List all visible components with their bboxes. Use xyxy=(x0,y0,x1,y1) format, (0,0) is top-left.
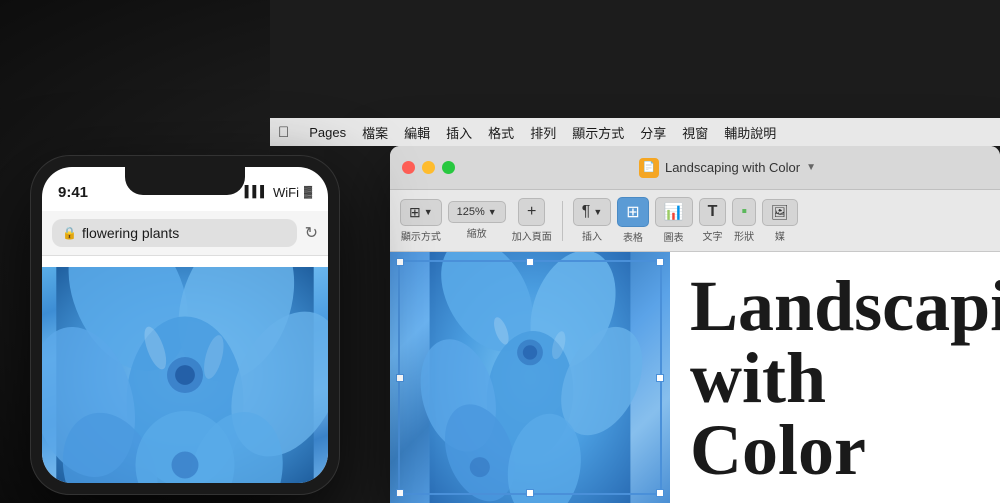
toolbar-view-group: ⊞ ▼ 顯示方式 xyxy=(400,199,442,243)
safari-bar[interactable]: 🔒 flowering plants ↻ xyxy=(42,211,328,256)
toolbar-shape-group: ▪ 形狀 xyxy=(732,198,756,243)
apple-menu[interactable]:  xyxy=(278,124,289,141)
toolbar-text-group: T 文字 xyxy=(699,198,727,243)
text-label: 文字 xyxy=(702,228,722,243)
reload-button[interactable]: ↻ xyxy=(305,223,318,243)
toolbar: ⊞ ▼ 顯示方式 125% ▼ 縮放 + 加入頁面 ¶ ▼ 插入 xyxy=(390,190,1000,252)
toolbar-separator xyxy=(562,201,563,241)
menubar-window[interactable]: 視窗 xyxy=(682,123,708,142)
menubar-help[interactable]: 輔助說明 xyxy=(724,123,776,142)
paragraph-icon: ¶ xyxy=(582,203,591,221)
zoom-button[interactable]: 125% ▼ xyxy=(448,201,506,223)
text-icon: T xyxy=(708,203,718,221)
wifi-icon: WiFi xyxy=(273,185,299,200)
menubar-file[interactable]: 檔案 xyxy=(362,123,388,142)
zoom-chevron: ▼ xyxy=(488,207,497,217)
title-bar-center: 📄 Landscaping with Color ▼ xyxy=(467,158,988,178)
media-icon: 🖼 xyxy=(771,204,789,221)
iphone-photo xyxy=(42,267,328,483)
status-time: 9:41 xyxy=(58,184,88,201)
toolbar-zoom-group: 125% ▼ 縮放 xyxy=(448,201,506,240)
menubar:  Pages 檔案 編輯 插入 格式 排列 顯示方式 分享 視窗 輔助說明 xyxy=(270,118,1000,146)
safari-url-bar[interactable]: 🔒 flowering plants xyxy=(52,219,297,247)
view-label: 顯示方式 xyxy=(401,228,441,243)
iphone-body: 9:41 ▌▌▌ WiFi ▓ 🔒 flowering plants ↻ xyxy=(30,155,340,495)
document-page: Landscapi with Color xyxy=(390,252,1000,503)
menubar-format[interactable]: 格式 xyxy=(488,123,514,142)
view-icon: ⊞ xyxy=(409,204,421,221)
toolbar-chart-group: 📊 圖表 xyxy=(655,197,693,244)
iphone-screen: 9:41 ▌▌▌ WiFi ▓ 🔒 flowering plants ↻ xyxy=(42,167,328,483)
status-icons: ▌▌▌ WiFi ▓ xyxy=(245,185,312,200)
document-title: Landscapi with Color xyxy=(690,270,1000,486)
add-page-label: 加入頁面 xyxy=(512,228,552,243)
document-title-line1: Landscapi xyxy=(690,270,1000,342)
traffic-lights xyxy=(402,161,455,174)
pages-app-icon: 📄 xyxy=(639,158,659,178)
maximize-button[interactable] xyxy=(442,161,455,174)
table-icon: ⊞ xyxy=(626,202,639,222)
view-button[interactable]: ⊞ ▼ xyxy=(400,199,442,226)
insert-button[interactable]: ¶ ▼ xyxy=(573,198,612,226)
media-button[interactable]: 🖼 xyxy=(762,199,798,226)
toolbar-media-group: 🖼 媒 xyxy=(762,199,798,243)
menubar-edit[interactable]: 編輯 xyxy=(404,123,430,142)
chart-button[interactable]: 📊 xyxy=(655,197,693,227)
text-button[interactable]: T xyxy=(699,198,727,226)
document-title-line2: with Color xyxy=(690,342,1000,486)
document-area: Landscapi with Color xyxy=(390,252,1000,503)
table-button[interactable]: ⊞ xyxy=(617,197,648,227)
table-label: 表格 xyxy=(623,229,643,244)
flower-image-pages[interactable] xyxy=(390,252,670,503)
zoom-label: 縮放 xyxy=(467,225,487,240)
battery-icon: ▓ xyxy=(304,186,312,198)
media-label: 媒 xyxy=(775,228,785,243)
toolbar-insert-group: ¶ ▼ 插入 xyxy=(573,198,612,243)
window-title: Landscaping with Color xyxy=(665,160,800,175)
menubar-arrange[interactable]: 排列 xyxy=(530,123,556,142)
iphone-notch xyxy=(125,167,245,195)
insert-chevron: ▼ xyxy=(593,207,602,217)
url-text: flowering plants xyxy=(82,225,179,241)
shape-label: 形狀 xyxy=(734,228,754,243)
title-chevron-icon: ▼ xyxy=(806,162,816,173)
menubar-insert[interactable]: 插入 xyxy=(446,123,472,142)
iphone-device: 9:41 ▌▌▌ WiFi ▓ 🔒 flowering plants ↻ xyxy=(30,155,340,495)
menubar-view[interactable]: 顯示方式 xyxy=(572,123,624,142)
signal-icon: ▌▌▌ xyxy=(245,186,268,198)
chart-icon: 📊 xyxy=(664,202,684,222)
flower-svg-pages xyxy=(390,252,670,503)
add-page-button[interactable]: + xyxy=(518,198,545,226)
document-text-area: Landscapi with Color xyxy=(670,252,1000,503)
flower-svg-iphone xyxy=(42,267,328,483)
menubar-share[interactable]: 分享 xyxy=(640,123,666,142)
shape-button[interactable]: ▪ xyxy=(732,198,756,226)
minimize-button[interactable] xyxy=(422,161,435,174)
insert-label: 插入 xyxy=(582,228,602,243)
title-bar: 📄 Landscaping with Color ▼ xyxy=(390,146,1000,190)
lock-icon: 🔒 xyxy=(62,226,77,240)
close-button[interactable] xyxy=(402,161,415,174)
menubar-pages[interactable]: Pages xyxy=(309,125,346,140)
shape-icon: ▪ xyxy=(741,203,747,221)
zoom-value: 125% xyxy=(457,206,485,218)
pages-window: 📄 Landscaping with Color ▼ ⊞ ▼ 顯示方式 125%… xyxy=(390,146,1000,503)
chart-label: 圖表 xyxy=(664,229,684,244)
toolbar-table-group: ⊞ 表格 xyxy=(617,197,648,244)
toolbar-addpage-group: + 加入頁面 xyxy=(512,198,552,243)
add-icon: + xyxy=(527,203,536,221)
view-chevron: ▼ xyxy=(424,207,433,217)
